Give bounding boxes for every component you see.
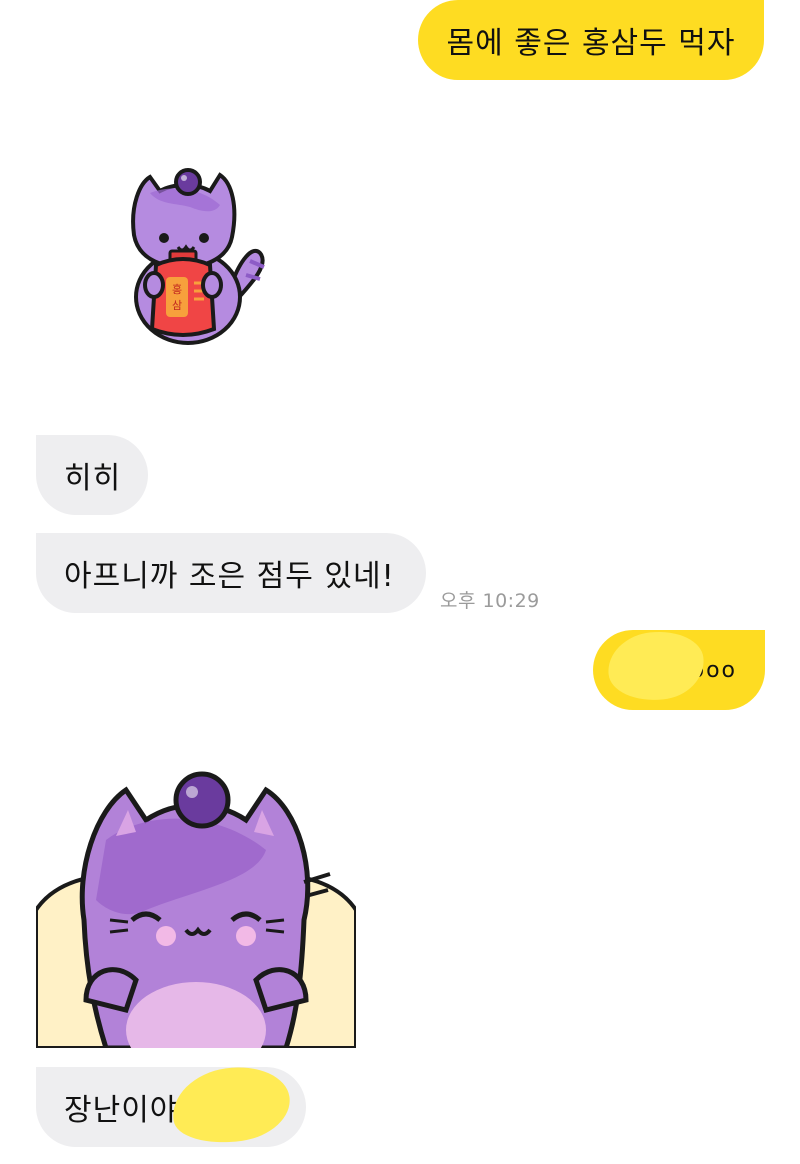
message-bubble-mine[interactable]: 몸에 좋은 홍삼두 먹자 [418,0,764,80]
sticker-message[interactable]: 홍 삼 [120,165,280,350]
message-text: 몸에 좋은 홍삼두 먹자 [446,26,736,61]
message-timestamp: 오후 10:29 [440,590,540,612]
bottle-label: 삼 [172,299,182,312]
message-text: 장난이야 [64,1093,179,1128]
sticker-message[interactable] [36,770,356,1048]
message-text: 아프니까 조은 점두 있네! [64,559,395,594]
message-bubble-other[interactable]: 아프니까 조은 점두 있네! [36,533,426,613]
purple-cat-holding-red-ginseng-bottle-icon: 홍 삼 [131,168,265,345]
bottle-label: 홍 [172,282,182,296]
message-text: 히히 [64,461,122,496]
purple-cat-smiling-icon [36,771,356,1048]
message-bubble-other[interactable]: 히히 [36,435,148,515]
